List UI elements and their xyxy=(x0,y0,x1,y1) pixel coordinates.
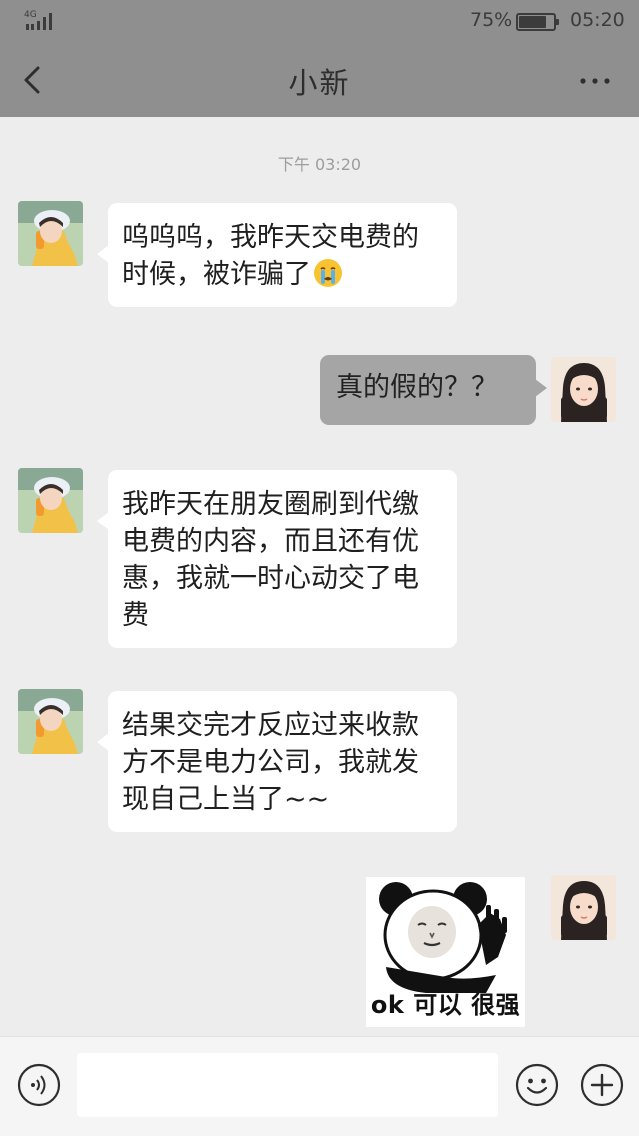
my-avatar[interactable] xyxy=(551,357,616,422)
battery-icon xyxy=(516,13,559,31)
message-input[interactable] xyxy=(77,1053,498,1117)
message-timestamp: 下午 03:20 xyxy=(277,155,362,174)
input-bar xyxy=(0,1036,639,1136)
panda-face-image xyxy=(366,877,525,995)
crying-face-emoji xyxy=(314,259,342,287)
avatar-image xyxy=(18,689,83,754)
sticker-caption: ok 可以 很强 xyxy=(370,991,521,1019)
voice-icon[interactable] xyxy=(17,1063,61,1107)
message-text: 真的假的？？ xyxy=(336,372,498,403)
chat-title: 小新 xyxy=(288,66,351,100)
message-text: 呜呜呜，我昨天交电费的时候，被诈骗了 xyxy=(122,222,419,290)
message-bubble-received[interactable]: 我昨天在朋友圈刷到代缴电费的内容，而且还有优惠，我就一时心动交了电费 xyxy=(97,470,457,648)
message-bubble-received[interactable]: 呜呜呜，我昨天交电费的时候，被诈骗了 xyxy=(97,203,457,307)
message-bubble-sent[interactable]: 真的假的？？ xyxy=(320,355,547,425)
avatar-image xyxy=(551,357,616,422)
header: 4G 75% 05:20 小新 xyxy=(0,0,639,117)
signal-bars-icon xyxy=(26,13,52,30)
message-text: 我昨天在朋友圈刷到代缴电费的内容，而且还有优惠，我就一时心动交了电费 xyxy=(122,489,419,631)
message-text: 结果交完才反应过来收款方不是电力公司，我就发现自己上当了~~ xyxy=(122,710,419,815)
message-bubble-received[interactable]: 结果交完才反应过来收款方不是电力公司，我就发现自己上当了~~ xyxy=(97,691,457,832)
plus-icon[interactable] xyxy=(580,1063,624,1107)
contact-avatar[interactable] xyxy=(18,689,83,754)
signal-indicator: 4G xyxy=(24,10,60,32)
status-bar: 4G 75% 05:20 xyxy=(0,0,639,42)
navigation-bar: 小新 xyxy=(0,42,639,117)
avatar-image xyxy=(18,201,83,266)
battery-fill xyxy=(519,16,546,28)
contact-avatar[interactable] xyxy=(18,468,83,533)
chat-area[interactable]: 下午 03:20 呜呜呜，我昨天交电费的时候，被诈骗了 真的假的？？ 我昨天在朋… xyxy=(0,117,639,1036)
contact-avatar[interactable] xyxy=(18,201,83,266)
avatar-image xyxy=(18,468,83,533)
smiley-icon[interactable] xyxy=(515,1063,559,1107)
more-dots-icon[interactable] xyxy=(578,66,612,96)
my-avatar[interactable] xyxy=(551,875,616,940)
status-time: 05:20 xyxy=(570,9,625,31)
battery-percent: 75% xyxy=(470,9,513,31)
panda-meme-sticker[interactable]: ok 可以 很强 xyxy=(366,877,525,1027)
avatar-image xyxy=(551,875,616,940)
